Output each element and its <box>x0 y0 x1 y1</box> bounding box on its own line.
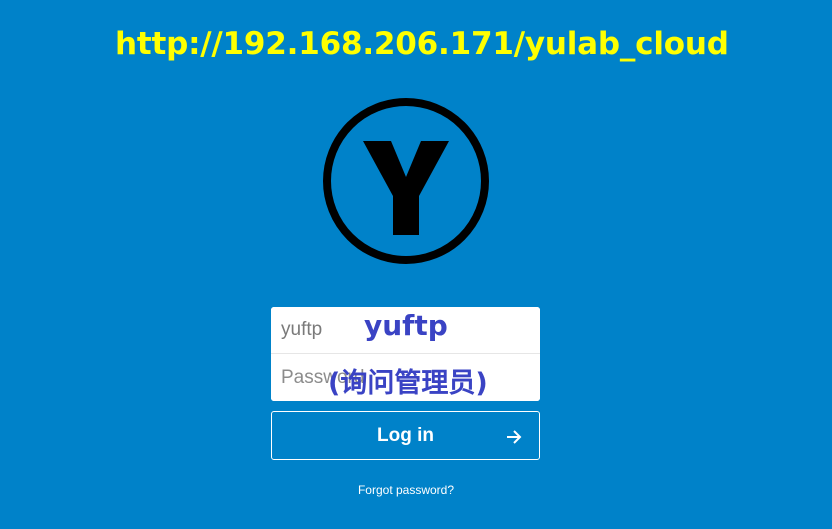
role-annotation: (询问管理员) <box>328 368 488 399</box>
forgot-password-link[interactable]: Forgot password? <box>0 483 812 497</box>
username-annotation: yuftp <box>364 309 448 342</box>
login-button-label: Log in <box>377 425 434 446</box>
login-page: http://192.168.206.171/yulab_cloud yuftp… <box>0 0 832 529</box>
url-annotation: http://192.168.206.171/yulab_cloud <box>115 26 729 62</box>
arrow-right-icon <box>507 430 522 444</box>
field-divider <box>271 353 540 354</box>
y-circle-logo-icon <box>323 98 489 264</box>
login-button[interactable]: Log in <box>271 411 540 460</box>
